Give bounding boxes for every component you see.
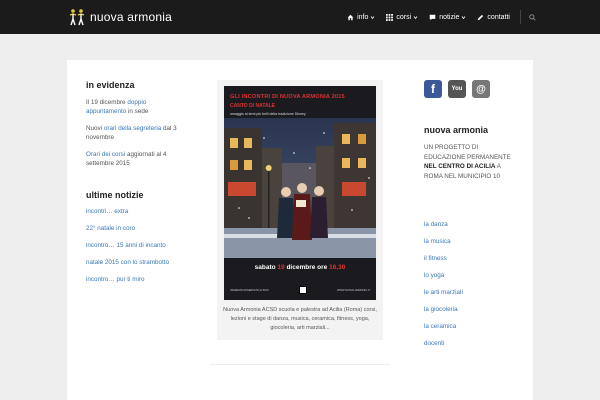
evidenza-title: in evidenza [86, 80, 135, 90]
youtube-icon[interactable]: You [448, 80, 466, 98]
social-links: f You @ [424, 80, 520, 98]
search-button[interactable] [529, 13, 536, 21]
right-sidebar: f You @ nuova armonia UN PROGETTO DI EDU… [424, 80, 520, 357]
news-link[interactable]: incontro… 15 anni di incanto [86, 242, 186, 249]
comment-icon [429, 14, 436, 20]
left-sidebar: in evidenza Il 19 dicembre doppio appunt… [86, 80, 186, 293]
poster-date-text: dicembre ore [284, 264, 330, 271]
nav-item-contatti[interactable]: contatti [477, 14, 510, 21]
about-text-bold: NEL CENTRO DI ACILIA [424, 163, 496, 170]
poster-subtitle: CANTO DI NATALE [230, 103, 275, 109]
poster-footer-left: INGRESSO RISERVATO AI SOCI [230, 288, 270, 292]
nav-item-corsi[interactable]: corsi [386, 13, 418, 21]
category-link[interactable]: le arti marziali [424, 289, 520, 296]
poster-date-day: 19 [277, 264, 285, 271]
chevron-down-icon [371, 15, 375, 19]
site-name: nuova armonia [90, 10, 172, 24]
category-link[interactable]: il fitness [424, 255, 520, 262]
youtube-glyph: You [451, 86, 463, 92]
grid-icon [386, 13, 394, 21]
news-link[interactable]: incontro… pur ti miro [86, 276, 186, 283]
category-link[interactable]: docenti [424, 340, 520, 347]
poster-title: GLI INCONTRI DI NUOVA ARMONIA 2015 [230, 94, 345, 100]
about-text: UN PROGETTO DI EDUCAZIONE PERMANENTE NEL… [424, 143, 520, 181]
site-header: nuova armonia info corsi notizie contatt… [0, 0, 600, 34]
poster-date: sabato 19 dicembre ore 16,30 [224, 264, 376, 271]
evidenza-item: Nuovi orari della segreteria dal 3 novem… [86, 124, 186, 142]
site-logo[interactable]: nuova armonia [68, 8, 172, 26]
main-nav: info corsi notizie contatti [336, 0, 536, 34]
evidenza-link[interactable]: Orari dei corsi [86, 151, 125, 158]
evidenza-link[interactable]: orari della segreteria [104, 125, 161, 132]
poster-tagline: omaggio ai temi più belli della tradizio… [230, 112, 306, 116]
nav-label-info: info [357, 13, 369, 21]
poster-footer: INGRESSO RISERVATO AI SOCI WWW.NUOVA-ARM… [230, 286, 370, 294]
nav-label-notizie: notizie [439, 13, 460, 21]
poster-header: GLI INCONTRI DI NUOVA ARMONIA 2015 CANTO… [224, 86, 376, 116]
chevron-down-icon [413, 15, 418, 19]
evidenza-text: Il 19 dicembre [86, 99, 128, 106]
poster-footer-right: WWW.NUOVA-ARMONIA.IT [337, 288, 370, 292]
nav-item-notizie[interactable]: notizie [429, 14, 466, 21]
home-icon [347, 14, 354, 20]
qr-code-icon [299, 286, 308, 294]
facebook-glyph: f [431, 82, 435, 96]
nav-label-contatti: contatti [487, 13, 510, 21]
logo-icon [69, 9, 85, 26]
news-link[interactable]: incontri… extra [86, 208, 186, 215]
event-poster[interactable]: GLI INCONTRI DI NUOVA ARMONIA 2015 CANTO… [224, 86, 376, 300]
email-icon[interactable]: @ [472, 80, 490, 98]
evidenza-text: in sede [126, 108, 149, 115]
email-glyph: @ [476, 83, 486, 95]
nav-separator [520, 10, 521, 24]
about-title: nuova armonia [424, 125, 489, 135]
poster-caption: Nuova Armonia ACSD scuola e palestra ad … [223, 307, 377, 331]
category-link[interactable]: lo yoga [424, 272, 520, 279]
content-divider [210, 364, 390, 365]
featured-poster-box: GLI INCONTRI DI NUOVA ARMONIA 2015 CANTO… [217, 80, 383, 340]
category-list: la danza la musica il fitness lo yoga le… [424, 221, 520, 347]
evidenza-item: Il 19 dicembre doppio appuntamento in se… [86, 98, 186, 116]
pencil-icon [478, 14, 484, 20]
poster-date-time: 16,30 [329, 264, 346, 271]
category-link[interactable]: la musica [424, 238, 520, 245]
nav-label-corsi: corsi [396, 13, 412, 21]
evidenza-text: Nuovi [86, 125, 104, 132]
poster-date-text: sabato [254, 264, 278, 271]
category-link[interactable]: la ceramica [424, 323, 520, 330]
news-link[interactable]: natale 2015 con lo strambotto [86, 259, 186, 266]
search-icon [529, 13, 536, 21]
category-link[interactable]: la giocoleria [424, 306, 520, 313]
nav-item-info[interactable]: info [347, 14, 375, 21]
christmas-street-illustration [224, 118, 376, 258]
evidenza-item: Orari dei corsi aggiornati al 4 settembr… [86, 150, 186, 168]
category-link[interactable]: la danza [424, 221, 520, 228]
news-link[interactable]: 22° natale in coro [86, 225, 186, 232]
news-title: ultime notizie [86, 190, 144, 200]
facebook-icon[interactable]: f [424, 80, 442, 98]
chevron-down-icon [462, 15, 466, 19]
about-text-part: UN PROGETTO DI EDUCAZIONE PERMANENTE [424, 144, 511, 161]
